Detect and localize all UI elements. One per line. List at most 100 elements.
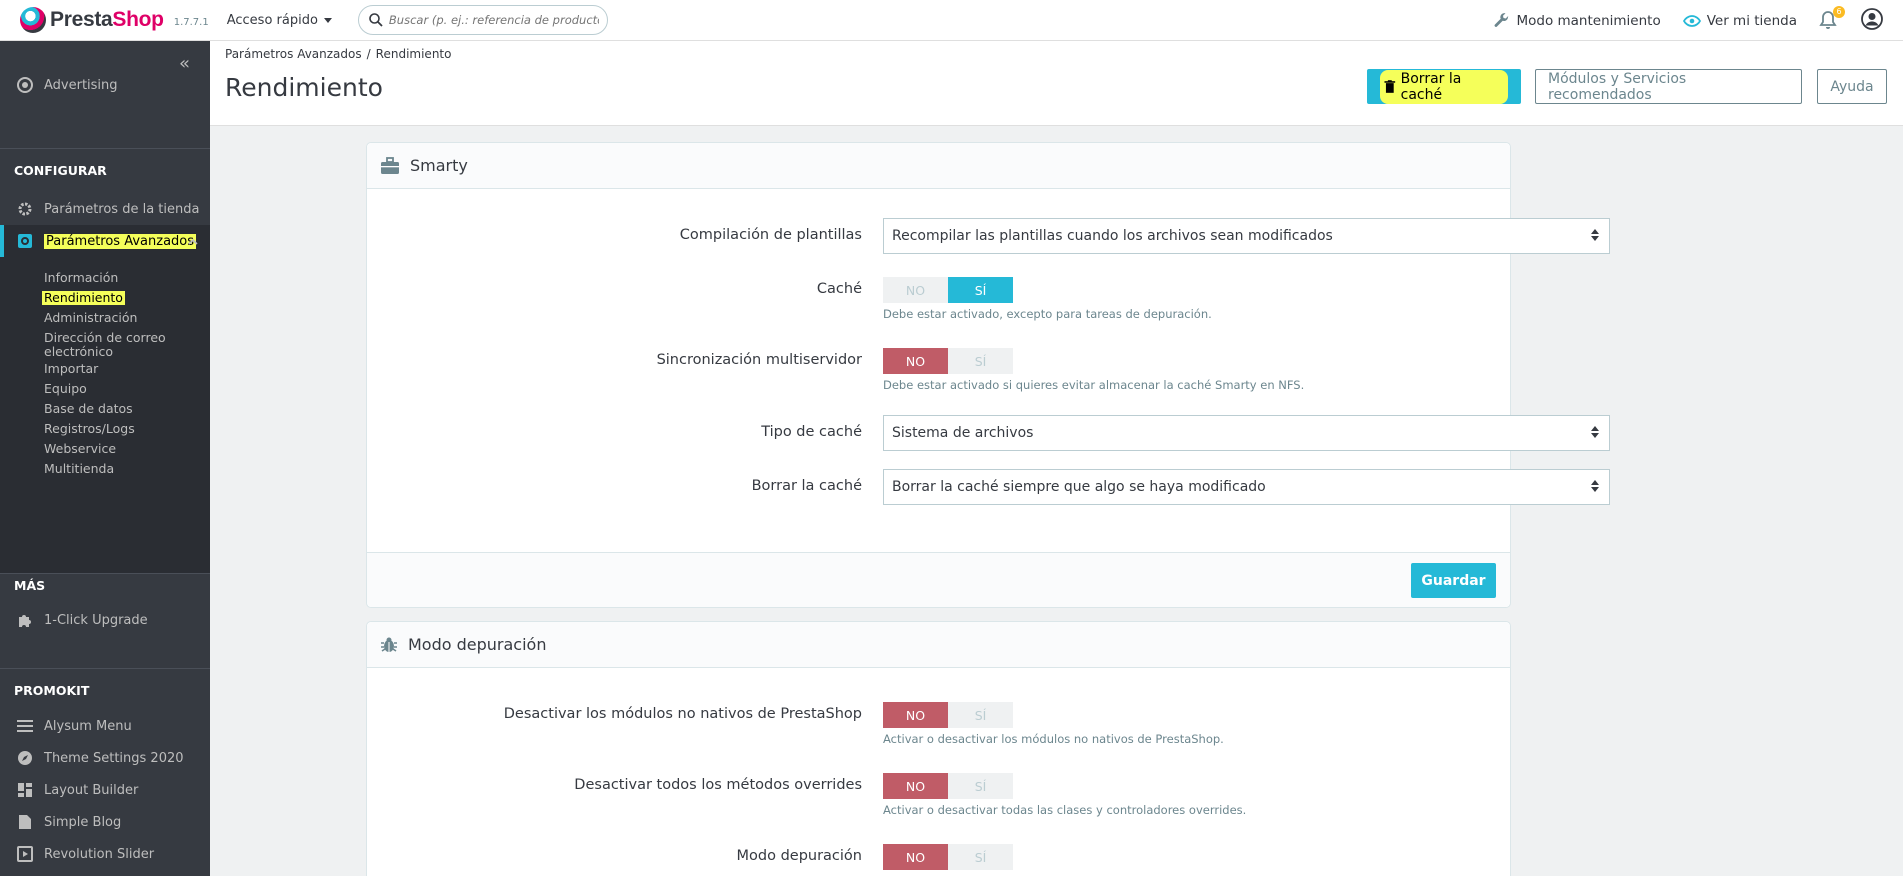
submenu-item-import[interactable]: Importar [44,362,194,376]
disable-non-native-switch[interactable]: NO SÍ [883,702,1013,728]
section-title-more: MÁS [14,578,46,593]
sidebar-item-store-parameters[interactable]: Parámetros de la tienda [0,193,210,225]
sidebar-item-revolution-slider[interactable]: Revolution Slider [0,838,210,870]
dashboard-grid-icon [16,782,34,798]
cache-switch-yes[interactable]: SÍ [948,277,1013,303]
submenu-item-webservice[interactable]: Webservice [44,442,194,456]
submenu-item-logs[interactable]: Registros/Logs [44,422,194,436]
sidebar-item-label: Theme Settings 2020 [44,750,184,766]
debug-mode-no[interactable]: NO [883,844,948,870]
clear-cache-button[interactable]: Borrar la caché [1367,69,1521,104]
disable-non-native-yes[interactable]: SÍ [948,702,1013,728]
debug-panel-title: Modo depuración [408,635,547,654]
sidebar-divider [0,148,210,149]
clear-cache-label: Borrar la caché [1400,70,1462,103]
select-arrows-icon [1591,426,1599,438]
view-store-label: Ver mi tienda [1706,12,1797,29]
recommended-modules-button[interactable]: Módulos y Servicios recomendados [1535,69,1802,104]
template-compilation-value: Recompilar las plantillas cuando los arc… [892,228,1333,244]
submenu-item-email[interactable]: Dirección de correo electrónico [44,331,194,359]
submenu-item-multistore[interactable]: Multitienda [44,462,194,476]
debug-mode-panel: Modo depuración Desactivar los módulos n… [366,621,1511,876]
briefcase-icon [380,156,400,175]
view-store-link[interactable]: Ver mi tienda [1682,12,1797,29]
sidebar-item-advanced-parameters[interactable]: Parámetros Avanzados [0,225,210,257]
clear-cache-value: Borrar la caché siempre que algo se haya… [892,479,1266,495]
trash-icon [1384,79,1396,93]
quick-access-dropdown[interactable]: Acceso rápido [227,13,332,28]
debug-mode-label: Modo depuración [736,848,863,864]
select-arrows-icon [1591,229,1599,241]
cache-type-select[interactable]: Sistema de archivos [883,415,1610,451]
advanced-settings-icon [16,233,34,249]
sidebar-item-label: Simple Blog [44,814,122,830]
prestashop-logo[interactable]: PrestaShop [20,7,164,33]
compass-icon [16,750,34,766]
sidebar-item-theme-settings[interactable]: Theme Settings 2020 [0,742,210,774]
cache-help-text: Debe estar activado, excepto para tareas… [883,307,1212,321]
disable-overrides-label: Desactivar todos los métodos overrides [574,777,862,793]
user-account-button[interactable] [1861,7,1883,34]
select-arrows-icon [1591,480,1599,492]
template-compilation-select[interactable]: Recompilar las plantillas cuando los arc… [883,218,1610,254]
maintenance-label: Modo mantenimiento [1516,12,1661,29]
sidebar-item-alysum-menu[interactable]: Alysum Menu [0,710,210,742]
submenu-item-database[interactable]: Base de datos [44,402,194,416]
sidebar-item-label: Advertising [44,77,118,93]
version-label: 1.7.7.1 [173,16,209,28]
cache-label: Caché [816,281,862,297]
smarty-panel: Smarty Compilación de plantillas Recompi… [366,142,1610,608]
notifications-button[interactable]: 6 [1819,5,1845,32]
submenu-item-administration[interactable]: Administración [44,311,194,325]
sidebar-item-label: Revolution Slider [44,846,155,862]
disable-non-native-label: Desactivar los módulos no nativos de Pre… [503,706,862,722]
debug-mode-switch[interactable]: NO SÍ [883,844,1013,870]
multiserver-sync-switch[interactable]: NO SÍ [883,348,1013,374]
puzzle-icon [16,612,34,628]
search-icon [369,13,383,27]
sidebar-divider [0,573,210,574]
sidebar-item-1-click-upgrade[interactable]: 1-Click Upgrade [0,604,210,636]
cache-switch[interactable]: NO SÍ [883,277,1013,303]
maintenance-mode-link[interactable]: Modo mantenimiento [1494,12,1661,29]
disable-overrides-yes[interactable]: SÍ [948,773,1013,799]
sidebar-item-layout-builder[interactable]: Layout Builder [0,774,210,806]
disable-overrides-no[interactable]: NO [883,773,948,799]
eye-icon [1682,14,1701,27]
template-compilation-label: Compilación de plantillas [679,227,862,243]
submenu-item-information[interactable]: Información [44,271,194,285]
smarty-panel-title: Smarty [410,156,468,175]
top-header: PrestaShop 1.7.7.1 Acceso rápido Modo ma… [0,0,1903,41]
multiserver-sync-help-text: Debe estar activado si quieres evitar al… [883,378,1305,392]
search-input[interactable] [388,13,599,27]
sidebar-item-label: Parámetros de la tienda [44,201,200,217]
wrench-icon [1495,12,1509,27]
clear-cache-select[interactable]: Borrar la caché siempre que algo se haya… [883,469,1610,505]
debug-mode-yes[interactable]: SÍ [948,844,1013,870]
page-title: Rendimiento [225,73,383,102]
disable-overrides-switch[interactable]: NO SÍ [883,773,1013,799]
sidebar-item-advertising[interactable]: Advertising [0,69,210,101]
smarty-panel-footer: Guardar [367,552,1510,607]
multiserver-sync-no[interactable]: NO [883,348,948,374]
submenu-item-team[interactable]: Equipo [44,382,194,396]
sidebar-item-simple-blog[interactable]: Simple Blog [0,806,210,838]
multiserver-sync-yes[interactable]: SÍ [948,348,1013,374]
breadcrumb-current: Rendimiento [375,47,452,61]
cache-type-label: Tipo de caché [761,424,862,440]
submenu-item-performance[interactable]: Rendimiento [42,291,125,305]
sidebar-item-label: Layout Builder [44,782,139,798]
breadcrumb-parent-link[interactable]: Parámetros Avanzados [225,47,362,61]
slideshow-icon [16,846,34,862]
sidebar-item-label: Parámetros Avanzados [44,233,197,249]
help-button[interactable]: Ayuda [1817,69,1887,104]
search-box[interactable] [357,5,608,35]
disable-non-native-no[interactable]: NO [883,702,948,728]
clear-cache-setting-label: Borrar la caché [751,478,862,494]
section-title-configure: CONFIGURAR [14,163,107,178]
cache-switch-no[interactable]: NO [883,277,948,303]
notification-count-badge: 6 [1833,5,1845,18]
prestashop-logo-icon [20,7,46,33]
quick-access-label: Acceso rápido [226,12,318,28]
save-button[interactable]: Guardar [1411,563,1496,598]
